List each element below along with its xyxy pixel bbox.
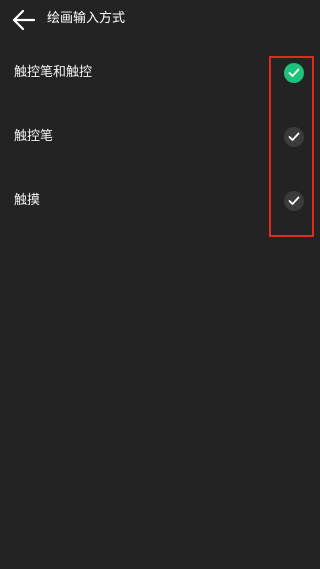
page-title: 绘画输入方式	[47, 11, 126, 26]
annotation-highlight-box	[269, 56, 314, 237]
app-header: 绘画输入方式	[0, 0, 320, 40]
option-label: 触控笔和触控	[14, 65, 93, 80]
option-label: 触控笔	[14, 129, 54, 144]
back-button[interactable]	[12, 9, 36, 31]
option-label: 触摸	[14, 193, 41, 208]
arrow-left-icon	[12, 9, 36, 31]
